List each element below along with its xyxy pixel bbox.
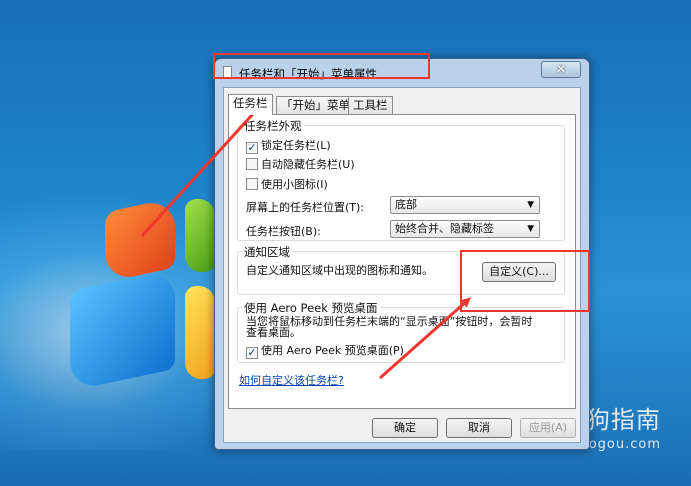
arrow-to-customize-button (379, 297, 471, 380)
tab-taskbar[interactable]: 任务栏 (228, 94, 273, 115)
arrow-to-taskbar-tab (140, 101, 265, 238)
annotation-arrows (140, 101, 471, 380)
